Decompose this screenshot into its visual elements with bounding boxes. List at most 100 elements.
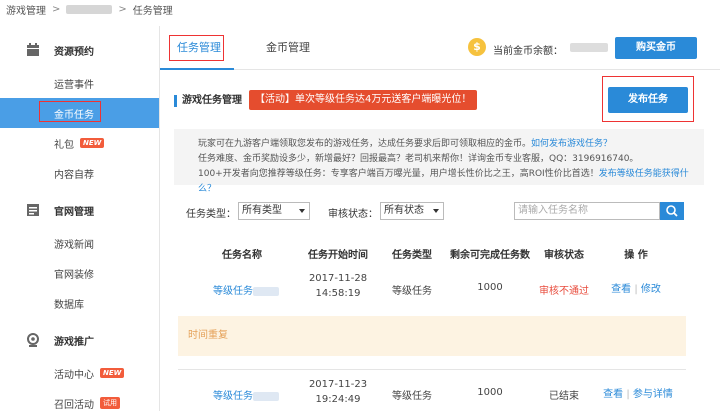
- sidebar: 资源预约 运营事件 金币任务 礼包 NEW 内容自荐 官网管理 游戏新闻 官网装…: [0, 26, 160, 411]
- info-panel: 玩家可在九游客户端领取您发布的游戏任务，达成任务要求后即可领取相应的金币。如何发…: [174, 129, 704, 194]
- sidebar-item-operations[interactable]: 运营事件: [0, 68, 159, 98]
- search-button[interactable]: [660, 202, 684, 220]
- arrow-icon: ↗: [258, 114, 267, 125]
- sidebar-section-label: 游戏推广: [54, 336, 94, 348]
- breadcrumb: 游戏管理 > > 任务管理: [0, 0, 720, 18]
- task-name-link[interactable]: 等级任务: [196, 282, 296, 297]
- trial-badge: 试用: [100, 397, 120, 409]
- sidebar-item-site-decoration[interactable]: 官网装修: [0, 258, 159, 288]
- column-header: 剩余可完成任务数: [450, 250, 530, 261]
- balance-label: 当前金币余额：: [493, 46, 563, 57]
- task-time: 19:24:49: [315, 394, 361, 405]
- table-row: 等级任务 2017-11-28 14:58:19 等级任务 1000 审核不通过…: [160, 273, 720, 305]
- filter-bar: 任务类型： 所有类型 审核状态： 所有状态 请输入任务名称: [160, 202, 720, 222]
- promo-banner[interactable]: 【活动】单次等级任务达4万元送客户端曝光位！ ↗: [249, 90, 477, 125]
- breadcrumb-current: 任务管理: [132, 5, 173, 17]
- sidebar-section-promotion[interactable]: 游戏推广: [0, 322, 159, 358]
- buy-coins-button[interactable]: 购买金币: [615, 37, 697, 59]
- rejection-note: 时间重复: [178, 316, 686, 356]
- sidebar-item-label: 召回活动: [54, 399, 94, 411]
- info-line: 100+开发者向您推荐等级任务：专享客户端百万曝光量，用户增长性价比之王，高RO…: [198, 167, 704, 197]
- tab-task-management[interactable]: 任务管理: [177, 36, 221, 60]
- breadcrumb-separator: >: [52, 3, 61, 15]
- review-status: 已结束: [549, 391, 579, 402]
- view-link[interactable]: 查看: [603, 389, 623, 400]
- review-status-value: 所有状态: [384, 205, 424, 216]
- sidebar-item-recall-activity[interactable]: 召回活动 试用: [0, 388, 159, 418]
- edit-link[interactable]: 修改: [641, 284, 661, 295]
- remaining-count: 1000: [477, 387, 503, 398]
- sidebar-item-label: 运营事件: [54, 79, 94, 91]
- promotion-icon: [26, 333, 40, 347]
- tab-coin-management[interactable]: 金币管理: [266, 36, 310, 60]
- remaining-count: 1000: [477, 282, 503, 293]
- balance-value: [570, 43, 608, 52]
- active-tab-indicator: [160, 68, 234, 70]
- publish-task-button[interactable]: 发布任务: [608, 87, 688, 113]
- table-header: 任务名称 任务开始时间 任务类型 剩余可完成任务数 审核状态 操 作: [160, 246, 720, 262]
- task-type: 等级任务: [392, 391, 432, 402]
- sidebar-item-database[interactable]: 数据库: [0, 288, 159, 318]
- sidebar-item-content-recommend[interactable]: 内容自荐: [0, 158, 159, 188]
- column-header: 审核状态: [544, 250, 584, 261]
- redacted-text: [253, 286, 279, 296]
- info-line: 任务难度、金币奖励设多少，新增最好？回报最高？老司机来帮你！详询金币专业客服，Q…: [198, 154, 639, 164]
- how-to-publish-link[interactable]: 如何发布游戏任务？: [531, 139, 612, 149]
- chevron-down-icon: [433, 209, 439, 213]
- sidebar-item-label: 礼包: [54, 139, 74, 151]
- task-type-label: 任务类型：: [186, 209, 236, 220]
- sidebar-item-game-news[interactable]: 游戏新闻: [0, 228, 159, 258]
- sidebar-section-label: 官网管理: [54, 206, 94, 218]
- sidebar-item-label: 官网装修: [54, 269, 94, 281]
- search-icon: [666, 205, 678, 217]
- sidebar-item-activity-center[interactable]: 活动中心 NEW: [0, 358, 159, 388]
- main-content: 任务管理 金币管理 $ 当前金币余额： 购买金币 游戏任务管理 【活动】单次等级…: [160, 26, 720, 411]
- sidebar-item-label: 内容自荐: [54, 169, 94, 181]
- table-row: 等级任务 2017-11-23 19:24:49 等级任务 1000 已结束 查…: [160, 379, 720, 411]
- sidebar-item-gift[interactable]: 礼包 NEW: [0, 128, 159, 158]
- column-header: 任务名称: [222, 250, 262, 261]
- row-actions: 查看 | 修改: [608, 280, 664, 295]
- task-type-select[interactable]: 所有类型: [238, 202, 310, 220]
- task-date: 2017-11-23: [308, 379, 368, 390]
- row-actions: 查看 | 参与详情: [600, 385, 676, 400]
- website-icon: [26, 203, 40, 217]
- sidebar-section-website[interactable]: 官网管理: [0, 192, 159, 228]
- view-link[interactable]: 查看: [611, 284, 631, 295]
- task-type-value: 所有类型: [242, 205, 282, 216]
- task-name-link[interactable]: 等级任务: [196, 387, 296, 402]
- calendar-icon: [26, 43, 40, 57]
- task-date: 2017-11-28: [308, 273, 368, 284]
- sidebar-item-coin-tasks[interactable]: 金币任务: [0, 98, 159, 128]
- tab-bar: 任务管理 金币管理 $ 当前金币余额： 购买金币: [160, 26, 720, 70]
- breadcrumb-game-name[interactable]: [66, 4, 113, 14]
- highlight-box: [39, 101, 101, 122]
- task-type: 等级任务: [392, 286, 432, 297]
- task-name: 等级任务: [213, 286, 253, 297]
- breadcrumb-separator: >: [118, 3, 127, 15]
- search-input[interactable]: 请输入任务名称: [514, 202, 660, 220]
- chevron-down-icon: [299, 209, 305, 213]
- info-line: 玩家可在九游客户端领取您发布的游戏任务，达成任务要求后即可领取相应的金币。如何发…: [198, 137, 704, 152]
- review-status: 审核不通过: [539, 286, 589, 297]
- review-status-select[interactable]: 所有状态: [380, 202, 444, 220]
- action-separator: |: [634, 284, 638, 295]
- review-status-label: 审核状态：: [328, 209, 378, 220]
- row-divider: [178, 369, 686, 370]
- new-badge: NEW: [80, 138, 105, 148]
- column-header: 任务类型: [392, 250, 432, 261]
- action-separator: |: [626, 389, 630, 400]
- column-header: 任务开始时间: [308, 250, 368, 261]
- breadcrumb-root[interactable]: 游戏管理: [6, 2, 46, 17]
- participation-details-link[interactable]: 参与详情: [633, 389, 673, 400]
- sidebar-item-label: 活动中心: [54, 369, 94, 381]
- sidebar-item-label: 游戏新闻: [54, 239, 94, 251]
- task-time: 14:58:19: [315, 288, 361, 299]
- info-text: 玩家可在九游客户端领取您发布的游戏任务，达成任务要求后即可领取相应的金币。: [198, 139, 532, 149]
- info-text: 100+开发者向您推荐等级任务：专享客户端百万曝光量，用户增长性价比之王，高RO…: [198, 169, 599, 179]
- promo-text: 【活动】单次等级任务达4万元送客户端曝光位！: [255, 94, 472, 105]
- section-title: 游戏任务管理: [174, 95, 242, 107]
- sidebar-section-label: 资源预约: [54, 46, 94, 58]
- sidebar-item-label: 数据库: [54, 299, 84, 311]
- sidebar-section-reservation[interactable]: 资源预约: [0, 32, 159, 68]
